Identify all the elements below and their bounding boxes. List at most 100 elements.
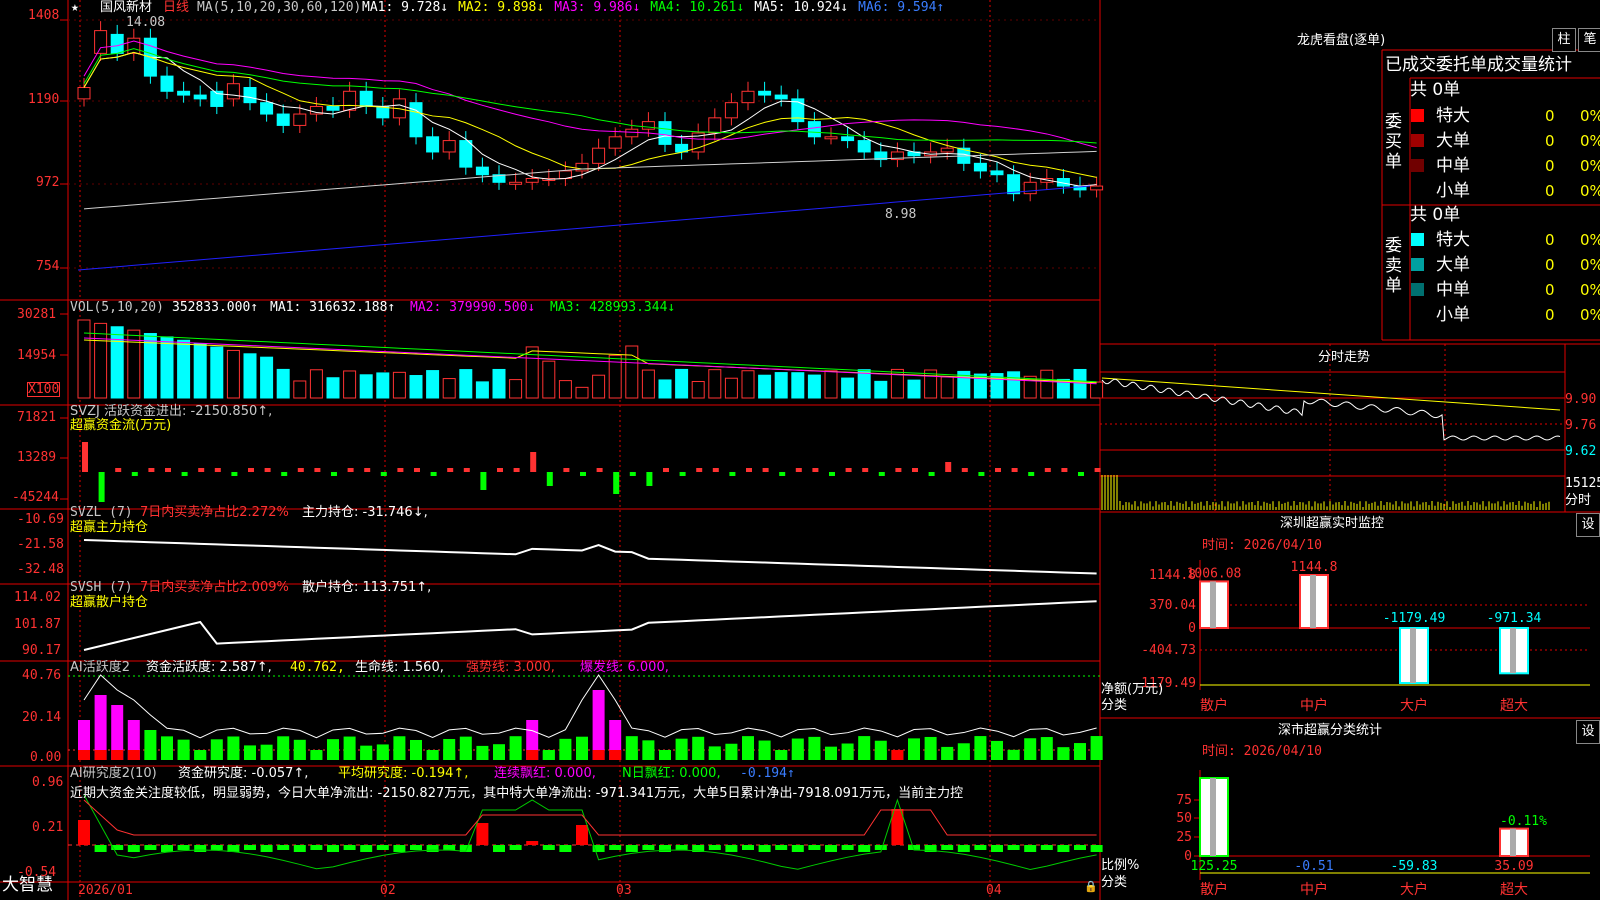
- volume-bar: [193, 343, 207, 399]
- activity-base-bar: [343, 750, 356, 760]
- candlestick: [376, 105, 390, 119]
- candlestick: [1023, 181, 1037, 195]
- sz-stats-axis-label: 分类: [1101, 875, 1128, 890]
- sz-stats-y-label: 50: [1176, 811, 1192, 826]
- activity-base-bar: [194, 750, 207, 760]
- activity-base-bar: [891, 750, 904, 760]
- fund-flow-bar: [696, 468, 703, 472]
- research-bar: [991, 845, 1003, 852]
- dragon-tiger-subtitle: 已成交委托单成交量统计: [1385, 55, 1572, 75]
- research-bar: [177, 845, 190, 850]
- candlestick: [857, 140, 871, 153]
- fund-flow-bar: [679, 472, 686, 476]
- activity-base-bar: [161, 750, 173, 760]
- ai-research-fund: 资金研究度: -0.057↑,: [178, 766, 309, 781]
- sz-stats-settings-button[interactable]: 设: [1576, 720, 1600, 744]
- fund-flow-bar: [995, 468, 1001, 472]
- svsh-y-label: 90.17: [22, 643, 62, 658]
- volume-bar: [1073, 368, 1087, 399]
- candlestick: [1090, 185, 1104, 191]
- fund-flow-bar: [912, 468, 918, 472]
- volume-bar: [791, 372, 805, 399]
- volume-bar: [309, 369, 323, 399]
- ma6-line: [77, 185, 1091, 271]
- buy-row-label: 大单: [1436, 131, 1470, 151]
- activity-base-bar: [244, 750, 256, 760]
- fund-flow-bar: [762, 468, 769, 472]
- fund-flow-bar: [131, 472, 138, 476]
- vol-ma3: MA3: 428993.344↓: [550, 300, 676, 315]
- research-bar: [974, 845, 987, 850]
- fund-flow-bar: [546, 472, 553, 486]
- research-bar: [277, 845, 290, 850]
- research-bar: [244, 845, 256, 850]
- vol-ma1: MA1: 316632.188↑: [270, 300, 396, 315]
- svzl-ratio: 7日内买卖净占比2.272%: [140, 505, 289, 520]
- period-label[interactable]: 日线: [163, 0, 189, 15]
- research-bar: [194, 845, 207, 852]
- buy-row-count: 0: [1545, 132, 1555, 150]
- research-avg-line: [83, 799, 1097, 836]
- activity-base-bar: [725, 750, 738, 760]
- fund-flow-bar: [98, 472, 105, 502]
- fund-flow-bar: [214, 468, 221, 472]
- volume-bar: [475, 381, 489, 399]
- tick-view-button[interactable]: 笔: [1578, 28, 1600, 52]
- research-bar: [559, 845, 572, 852]
- volume-bar: [907, 379, 921, 399]
- svsh-title: SVSH (7): [70, 580, 133, 595]
- research-bar: [941, 845, 954, 850]
- ai-active-burst: 爆发线: 6.000,: [580, 660, 669, 675]
- fund-flow-bar: [646, 472, 653, 486]
- svsh-y-label: 101.87: [14, 617, 61, 632]
- activity-base-bar: [625, 750, 638, 760]
- activity-base-bar: [1040, 750, 1053, 760]
- research-bar: [1007, 845, 1020, 850]
- research-bar: [144, 845, 157, 850]
- fund-flow-bar: [862, 468, 869, 472]
- activity-bar: [592, 690, 605, 760]
- sell-row-count: 0: [1545, 306, 1555, 324]
- intraday-y-label: 9.76: [1565, 418, 1597, 433]
- volume-bar: [409, 375, 423, 399]
- fund-flow-bar: [331, 472, 337, 476]
- sz-monitor-category-label: 中户: [1300, 697, 1328, 714]
- lock-icon[interactable]: 🔒: [1084, 879, 1098, 894]
- candlestick: [824, 136, 838, 140]
- activity-base-bar: [991, 750, 1003, 760]
- ai-research-y-label: 0.21: [32, 820, 64, 835]
- sz-monitor-settings-button[interactable]: 设: [1576, 513, 1600, 537]
- candlestick: [525, 178, 539, 183]
- svzj-title: SVZJ 活跃资金进出: -2150.850↑,: [70, 404, 273, 419]
- activity-base-bar: [310, 750, 323, 760]
- research-bar: [127, 845, 140, 852]
- activity-base-bar: [808, 750, 821, 760]
- research-bar: [1074, 845, 1086, 850]
- activity-base-bar: [144, 750, 157, 760]
- activity-base-bar: [742, 750, 754, 760]
- x-axis-label: 2026/01: [78, 883, 133, 898]
- activity-base-bar: [874, 750, 887, 760]
- ai-active-y-label: 40.76: [22, 668, 62, 683]
- fund-flow-bar: [596, 468, 603, 472]
- sell-row-swatch: [1411, 308, 1424, 321]
- research-bar: [343, 845, 356, 850]
- bar-view-button[interactable]: 柱: [1552, 28, 1576, 52]
- sell-row-swatch: [1411, 233, 1424, 246]
- volume-bar: [874, 380, 888, 399]
- vol-value: 352833.000↑: [172, 300, 259, 315]
- activity-base-bar: [642, 750, 655, 760]
- x-axis-label: 03: [616, 883, 632, 898]
- candlestick: [973, 162, 987, 172]
- activity-base-bar: [127, 750, 140, 760]
- stock-name[interactable]: 国风新材: [100, 0, 152, 15]
- buy-total: 共 0单: [1410, 80, 1461, 100]
- volume-bar: [509, 379, 523, 399]
- candlestick: [243, 86, 257, 104]
- fund-flow-bar: [530, 452, 537, 472]
- intraday-y-label: 9.90: [1565, 392, 1597, 407]
- sz-stats-y-label: 75: [1176, 793, 1192, 808]
- candlestick: [326, 105, 340, 111]
- research-bar: [576, 825, 588, 845]
- candlestick: [475, 166, 489, 176]
